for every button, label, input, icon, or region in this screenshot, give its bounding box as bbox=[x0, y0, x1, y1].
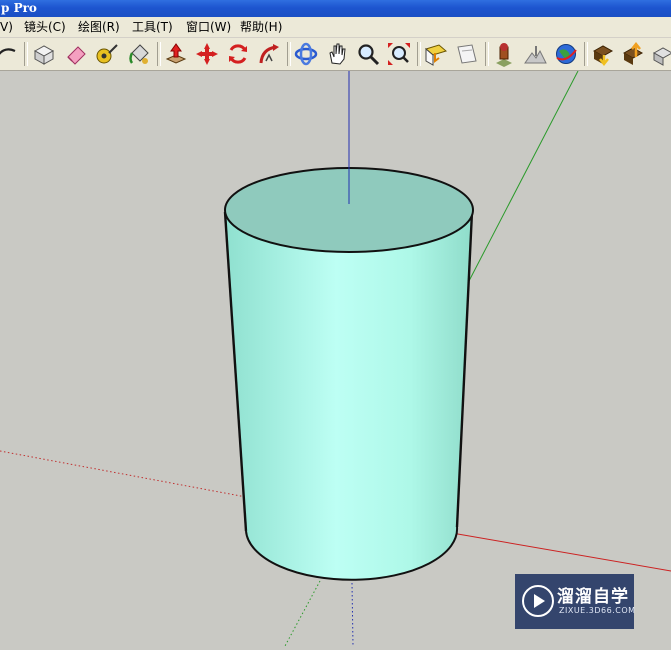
blue-axis-hidden bbox=[351, 582, 354, 647]
menu-camera[interactable]: 镜头(C) bbox=[24, 17, 66, 37]
watermark-logo-icon bbox=[522, 585, 554, 617]
share-component-icon[interactable] bbox=[650, 41, 671, 67]
pan-icon[interactable] bbox=[324, 41, 350, 67]
share-model-icon[interactable] bbox=[620, 41, 646, 67]
red-axis bbox=[451, 532, 671, 572]
tape-measure-icon[interactable] bbox=[94, 41, 120, 67]
main-toolbar bbox=[0, 38, 671, 71]
move-icon[interactable] bbox=[194, 41, 220, 67]
menu-window[interactable]: 窗口(W) bbox=[186, 17, 231, 37]
menu-draw[interactable]: 绘图(R) bbox=[78, 17, 120, 37]
arc-icon[interactable] bbox=[0, 41, 18, 67]
follow-me-icon[interactable] bbox=[256, 41, 282, 67]
push-pull-icon[interactable] bbox=[163, 41, 189, 67]
model-canvas[interactable] bbox=[0, 70, 671, 647]
window-title: p Pro bbox=[1, 1, 37, 15]
section-display-icon[interactable] bbox=[454, 41, 480, 67]
menu-bar: V) 镜头(C) 绘图(R) 工具(T) 窗口(W) 帮助(H) bbox=[0, 17, 671, 38]
section-plane-icon[interactable] bbox=[423, 41, 449, 67]
drawing-viewport[interactable] bbox=[0, 70, 671, 647]
google-earth-icon[interactable] bbox=[553, 41, 579, 67]
menu-tools[interactable]: 工具(T) bbox=[132, 17, 173, 37]
menu-view[interactable]: V) bbox=[0, 17, 13, 37]
watermark-subtitle: ZIXUE.3D66.COM bbox=[559, 606, 636, 615]
menu-help[interactable]: 帮助(H) bbox=[240, 17, 282, 37]
add-location-icon[interactable] bbox=[491, 41, 517, 67]
paint-bucket-icon[interactable] bbox=[126, 41, 152, 67]
rotate-icon[interactable] bbox=[225, 41, 251, 67]
zoom-icon[interactable] bbox=[355, 41, 381, 67]
toolbar-separator bbox=[287, 42, 291, 66]
watermark: 溜溜自学 ZIXUE.3D66.COM bbox=[515, 574, 636, 629]
toggle-terrain-icon[interactable] bbox=[522, 41, 548, 67]
get-models-icon[interactable] bbox=[590, 41, 616, 67]
toolbar-separator bbox=[584, 42, 588, 66]
red-axis-hidden bbox=[0, 450, 247, 498]
green-axis bbox=[468, 70, 579, 282]
watermark-title: 溜溜自学 bbox=[557, 587, 629, 607]
toolbar-separator bbox=[485, 42, 489, 66]
eraser-icon[interactable] bbox=[63, 41, 89, 67]
cylinder-side[interactable] bbox=[225, 212, 472, 580]
toolbar-separator bbox=[417, 42, 421, 66]
toolbar-separator bbox=[24, 42, 28, 66]
window-title-bar: p Pro bbox=[0, 0, 671, 17]
green-axis-hidden bbox=[284, 580, 321, 647]
zoom-extents-icon[interactable] bbox=[386, 41, 412, 67]
make-component-icon[interactable] bbox=[31, 41, 57, 67]
orbit-icon[interactable] bbox=[293, 41, 319, 67]
toolbar-separator bbox=[157, 42, 161, 66]
